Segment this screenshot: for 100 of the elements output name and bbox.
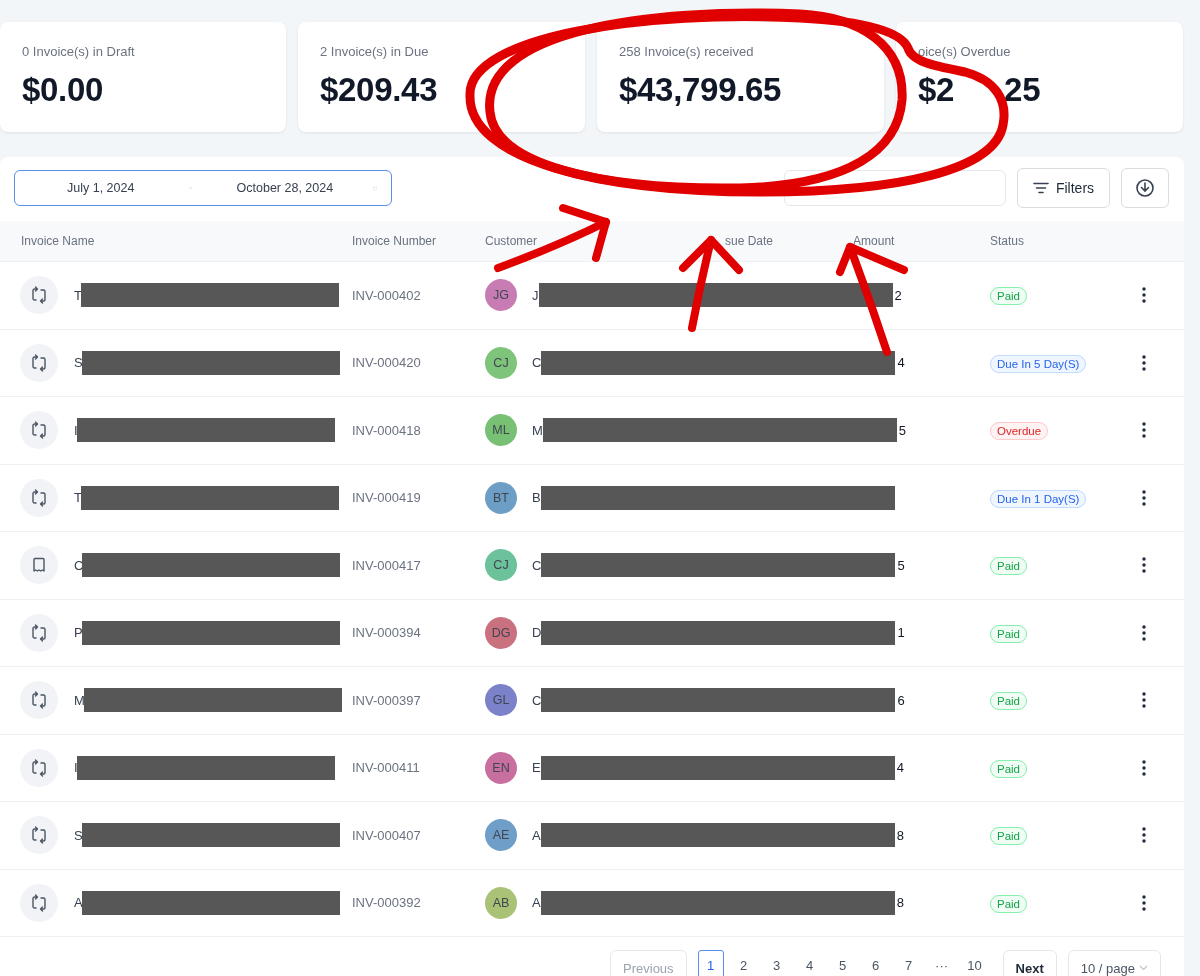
date-range-field[interactable]: July 1, 2024 October 28, 2024 — [14, 170, 392, 206]
card-amount: 25 — [1004, 71, 1041, 109]
more-icon[interactable] — [1142, 557, 1146, 574]
download-button[interactable] — [1121, 168, 1169, 208]
repeat-icon — [30, 893, 48, 912]
more-icon[interactable] — [1142, 354, 1146, 371]
status-tag: Due In 1 Day(S) — [990, 489, 1087, 508]
invoice-number: INV-000419 — [352, 490, 422, 506]
more-icon[interactable] — [1142, 624, 1146, 641]
invoice-name: S — [74, 827, 83, 843]
more-icon[interactable] — [1142, 489, 1146, 506]
amount: 2 — [894, 287, 902, 303]
customer-avatar: CJ — [485, 346, 517, 379]
repeat-icon — [30, 826, 48, 845]
page-button[interactable]: 6 — [862, 950, 889, 976]
page-button[interactable]: 1 — [697, 950, 724, 976]
invoice-number: INV-000402 — [352, 287, 422, 303]
card-amount: $0.00 — [22, 71, 104, 109]
column-header: sue Date — [725, 234, 774, 248]
page-button[interactable]: 2 — [730, 950, 757, 976]
customer-avatar: CJ — [485, 549, 517, 582]
invoice-number: INV-000397 — [352, 692, 422, 708]
amount: 1 — [897, 625, 905, 641]
column-header: Customer — [485, 234, 537, 248]
status-tag: Paid — [990, 624, 1028, 643]
status-tag: Paid — [990, 894, 1028, 913]
status-tag: Due In 5 Day(S) — [990, 354, 1087, 373]
status-tag: Paid — [990, 287, 1028, 306]
invoice-name: T — [74, 287, 82, 303]
customer-name: E — [532, 760, 541, 776]
card-label: 0 Invoice(s) in Draft — [22, 44, 136, 59]
page-button[interactable]: 10 — [961, 950, 988, 976]
customer-name: B — [532, 490, 541, 506]
more-icon[interactable] — [1142, 894, 1146, 911]
customer-avatar: BT — [485, 481, 517, 514]
customer-avatar: DG — [485, 616, 517, 649]
page-button[interactable]: 3 — [763, 950, 790, 976]
invoice-number: INV-000417 — [352, 557, 422, 573]
column-header: Invoice Number — [352, 234, 438, 248]
invoice-number: INV-000411 — [352, 760, 421, 776]
more-icon[interactable] — [1142, 287, 1146, 304]
amount: 8 — [896, 895, 904, 911]
customer-name: A — [532, 827, 541, 843]
end-date: October 28, 2024 — [236, 181, 334, 195]
more-icon[interactable] — [1142, 759, 1146, 776]
repeat-icon — [30, 758, 48, 777]
more-icon[interactable] — [1142, 422, 1146, 439]
customer-avatar: AE — [485, 819, 517, 852]
repeat-icon — [30, 421, 48, 440]
search-field[interactable] — [784, 170, 1006, 206]
page-button[interactable]: ··· — [928, 950, 955, 976]
invoice-name: C — [74, 557, 84, 573]
column-header: Invoice Name — [21, 234, 96, 248]
customer-avatar: ML — [485, 414, 517, 447]
invoice-name: I — [74, 760, 78, 776]
customer-name: J — [532, 287, 539, 303]
repeat-icon — [30, 623, 48, 642]
amount: 5 — [897, 557, 905, 573]
status-tag: Overdue — [990, 422, 1049, 441]
customer-avatar: AB — [485, 886, 517, 919]
status-tag: Paid — [990, 557, 1028, 576]
page-button[interactable]: 5 — [829, 950, 856, 976]
download-icon — [1135, 178, 1155, 198]
customer-name: C — [532, 692, 542, 708]
customer-name: D — [532, 625, 542, 641]
amount: 4 — [897, 355, 905, 371]
filter-icon — [1032, 182, 1049, 194]
customer-name: C — [532, 557, 542, 573]
status-tag: Paid — [990, 759, 1028, 778]
card-label: 258 Invoice(s) received — [619, 44, 755, 59]
amount: 8 — [896, 827, 904, 843]
invoice-number: INV-000420 — [352, 355, 422, 371]
next-button[interactable]: Next — [1002, 950, 1057, 976]
more-icon[interactable] — [1142, 827, 1146, 844]
receipt-icon — [31, 557, 47, 574]
page-button[interactable]: 7 — [895, 950, 922, 976]
card-amount: $43,799.65 — [619, 71, 782, 109]
customer-name: A — [532, 895, 541, 911]
invoice-number: INV-000407 — [352, 827, 422, 843]
invoice-name: I — [74, 422, 78, 438]
customer-name: C — [532, 355, 542, 371]
start-date: July 1, 2024 — [67, 181, 135, 195]
status-tag: Paid — [990, 827, 1028, 846]
column-header: Status — [990, 234, 1026, 248]
page-button[interactable]: 4 — [796, 950, 823, 976]
invoice-name: A — [74, 895, 83, 911]
customer-avatar: EN — [485, 751, 517, 784]
card-amount: $2 — [918, 71, 955, 109]
customer-name: M — [532, 422, 543, 438]
customer-avatar: JG — [485, 279, 517, 312]
page-size-select[interactable]: 10 / page — [1067, 950, 1161, 976]
invoice-number: INV-000418 — [352, 422, 422, 438]
card-amount: $209.43 — [320, 71, 438, 109]
amount: 5 — [898, 422, 907, 438]
invoice-name: P — [74, 625, 83, 641]
repeat-icon — [30, 286, 48, 305]
filters-button[interactable]: Filters — [1017, 168, 1110, 208]
card-label: oice(s) Overdue — [918, 44, 1012, 59]
more-icon[interactable] — [1142, 692, 1146, 709]
invoice-number: INV-000394 — [352, 625, 422, 641]
